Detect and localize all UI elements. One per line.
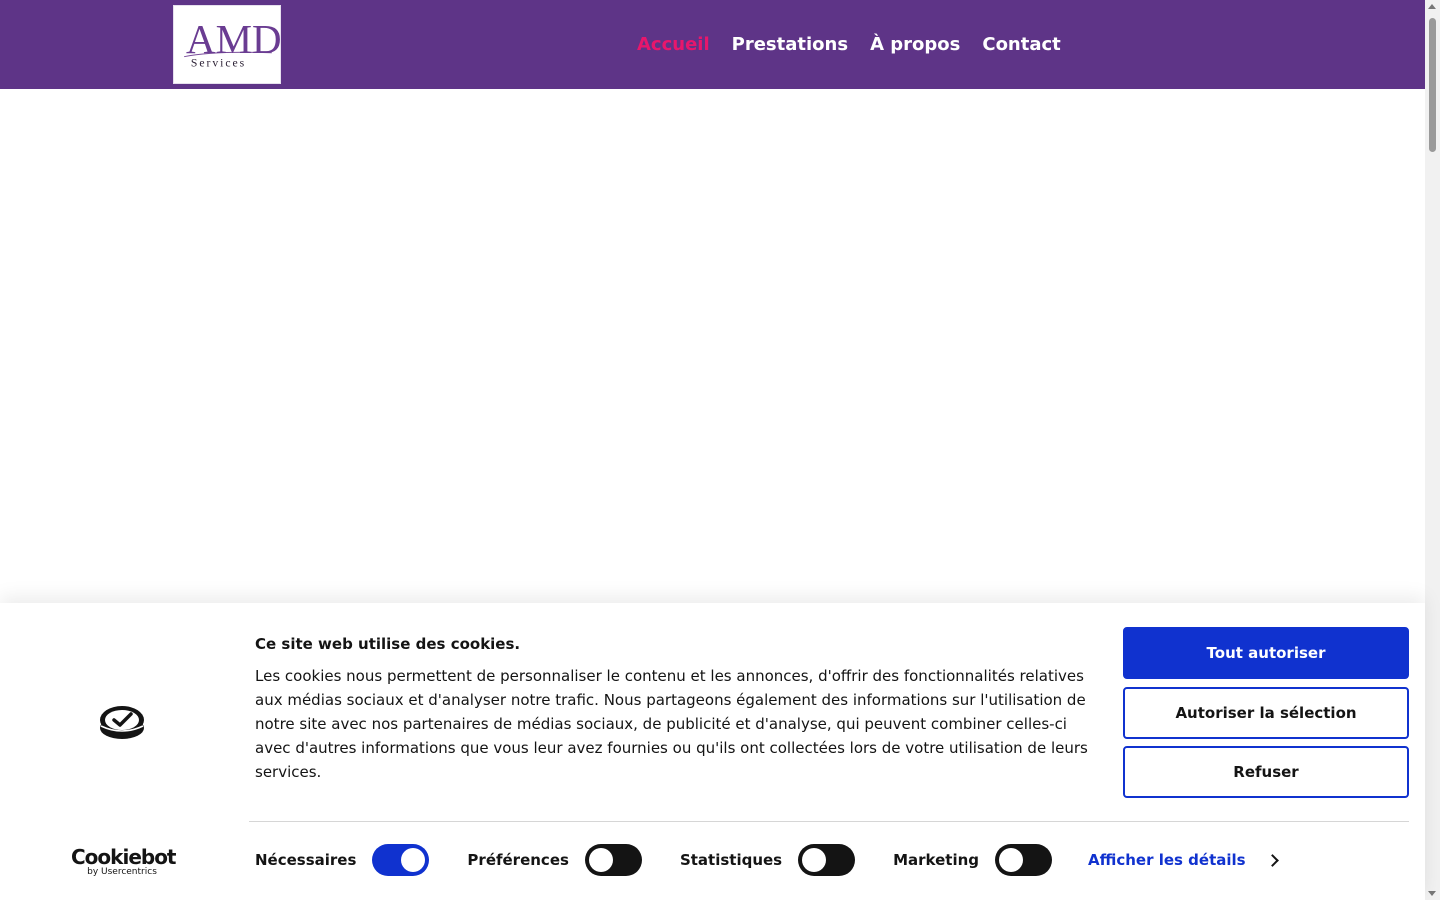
show-details-label: Afficher les détails xyxy=(1088,851,1246,869)
toggle-preferences[interactable] xyxy=(584,844,642,876)
nav-item-accueil[interactable]: Accueil xyxy=(637,33,710,57)
toggle-knob xyxy=(802,848,827,872)
site-logo[interactable]: AMD Services xyxy=(173,5,281,84)
toggle-knob xyxy=(401,848,426,872)
consent-toggles: Nécessaires Préférences Statistiques Mar… xyxy=(255,844,1090,876)
cookiebot-logo-icon xyxy=(100,706,144,739)
cookie-title: Ce site web utilise des cookies. xyxy=(255,635,521,653)
nav-item-prestations[interactable]: Prestations xyxy=(732,33,848,57)
nav-item-contact[interactable]: Contact xyxy=(982,33,1060,57)
cookiebot-brand-name: Cookiebot xyxy=(71,845,177,869)
toggle-knob xyxy=(588,848,613,872)
consent-preferences: Préférences xyxy=(467,844,642,876)
toggle-label-marketing: Marketing xyxy=(893,851,980,869)
show-details-link[interactable]: Afficher les détails xyxy=(1088,849,1279,871)
toggle-statistiques[interactable] xyxy=(798,844,856,876)
cookie-description: Les cookies nous permettent de personnal… xyxy=(255,667,1088,781)
scroll-thumb[interactable] xyxy=(1429,18,1436,152)
toggle-marketing[interactable] xyxy=(995,844,1053,876)
consent-necessaires: Nécessaires xyxy=(255,844,430,876)
scroll-down-arrow-icon[interactable] xyxy=(1428,891,1436,896)
toggle-label-necessaires: Nécessaires xyxy=(255,851,357,869)
toggle-knob xyxy=(999,848,1024,872)
main-nav: Accueil Prestations À propos Contact xyxy=(637,33,1061,57)
toggle-label-preferences: Préférences xyxy=(467,851,569,869)
consent-statistiques: Statistiques xyxy=(679,844,856,876)
cookiebot-brand: Cookiebot by Usercentrics xyxy=(71,845,177,877)
toggle-label-statistiques: Statistiques xyxy=(679,851,783,869)
scroll-up-arrow-icon[interactable] xyxy=(1428,4,1436,9)
site-header: AMD Services Accueil Prestations À propo… xyxy=(0,0,1425,89)
refuse-button[interactable]: Refuser xyxy=(1123,746,1409,798)
toggle-necessaires[interactable] xyxy=(372,844,430,876)
banner-divider xyxy=(249,821,1409,822)
logo-sub-text: Services xyxy=(191,56,246,69)
allow-all-button[interactable]: Tout autoriser xyxy=(1123,627,1409,679)
chevron-right-icon xyxy=(1265,854,1279,867)
consent-marketing: Marketing xyxy=(893,844,1053,876)
logo-main-text: AMD xyxy=(186,17,280,62)
allow-selection-button[interactable]: Autoriser la sélection xyxy=(1123,687,1409,739)
page-scrollbar[interactable] xyxy=(1425,0,1440,900)
amd-services-logo: AMD Services xyxy=(184,17,280,69)
nav-item-a-propos[interactable]: À propos xyxy=(870,33,960,57)
